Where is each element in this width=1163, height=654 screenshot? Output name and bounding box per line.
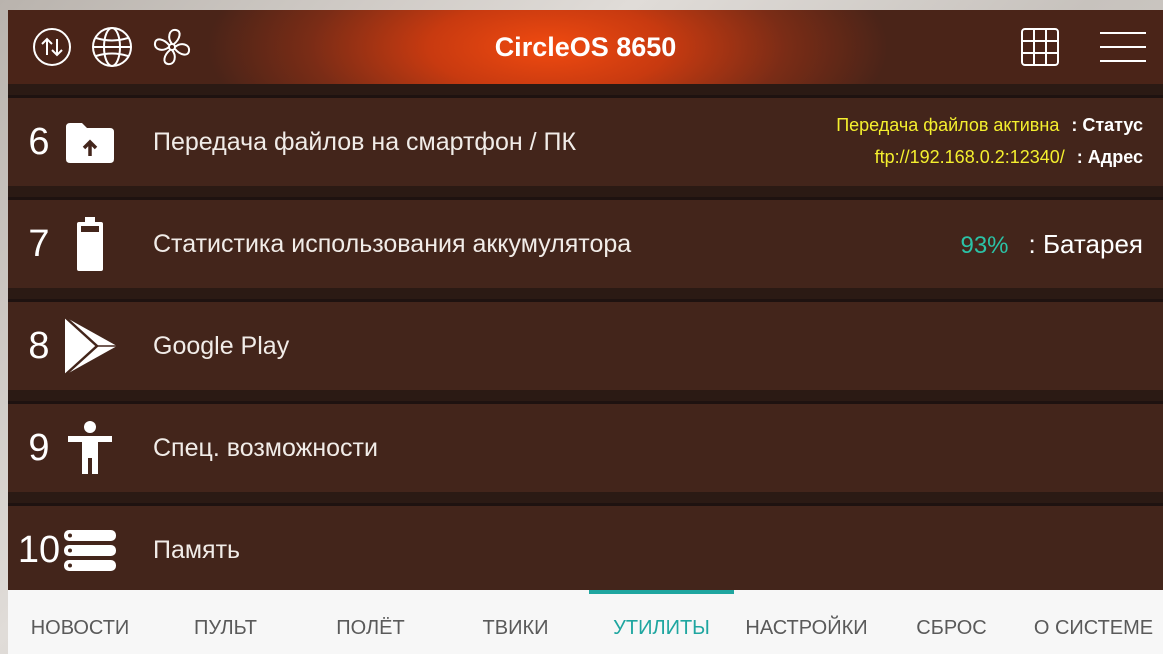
upload-folder-icon	[60, 112, 120, 172]
battery-label: : Батарея	[1028, 229, 1143, 259]
status-label: : Статус	[1071, 115, 1143, 135]
row-label: Спец. возможности	[153, 434, 378, 462]
address-label: : Адрес	[1076, 147, 1143, 167]
tab-flight[interactable]: ПОЛЁТ	[298, 590, 443, 654]
bottom-tab-bar: НОВОСТИ ПУЛЬТ ПОЛЁТ ТВИКИ УТИЛИТЫ НАСТРО…	[8, 590, 1163, 654]
app-window: CircleOS 8650 6 Передача файлов на смарт…	[8, 10, 1163, 654]
row-label: Память	[153, 536, 241, 564]
menu-icon[interactable]	[1096, 23, 1150, 71]
row-label: Передача файлов на смартфон / ПК	[153, 128, 577, 156]
globe-icon[interactable]	[88, 23, 136, 71]
accessibility-icon	[60, 418, 120, 478]
transfer-arrows-icon[interactable]	[28, 23, 76, 71]
battery-info: 93% : Батарея	[960, 200, 1143, 288]
top-bar: CircleOS 8650	[8, 10, 1163, 84]
address-value[interactable]: ftp://192.168.0.2:12340/	[875, 147, 1065, 167]
address-line: ftp://192.168.0.2:12340/ : Адрес	[836, 141, 1143, 173]
tab-settings[interactable]: НАСТРОЙКИ	[734, 590, 879, 654]
list-item-file-transfer[interactable]: 6 Передача файлов на смартфон / ПК Перед…	[8, 98, 1163, 186]
tab-utilities[interactable]: УТИЛИТЫ	[589, 590, 734, 654]
tab-remote[interactable]: ПУЛЬТ	[153, 590, 298, 654]
status-line: Передача файлов активна : Статус	[836, 109, 1143, 141]
list-item-storage[interactable]: 10 Память	[8, 506, 1163, 594]
list-item-battery-stats[interactable]: 7 Статистика использования аккумулятора …	[8, 200, 1163, 288]
list-item-google-play[interactable]: 8 Google Play	[8, 302, 1163, 390]
tab-tweaks[interactable]: ТВИКИ	[443, 590, 588, 654]
status-value: Передача файлов активна	[836, 115, 1060, 135]
tab-news[interactable]: НОВОСТИ	[8, 590, 152, 654]
storage-icon	[60, 520, 120, 580]
battery-value: 93%	[960, 232, 1009, 259]
tab-about-system[interactable]: О СИСТЕМЕ	[1024, 590, 1163, 654]
row-label: Google Play	[153, 332, 290, 360]
battery-icon	[60, 214, 120, 274]
list-item-accessibility[interactable]: 9 Спец. возможности	[8, 404, 1163, 492]
row-label: Статистика использования аккумулятора	[153, 230, 632, 258]
file-transfer-info: Передача файлов активна : Статус ftp://19…	[836, 109, 1143, 173]
play-store-icon	[60, 316, 120, 376]
tab-reset[interactable]: СБРОС	[879, 590, 1024, 654]
fan-icon[interactable]	[148, 23, 196, 71]
grid-icon[interactable]	[1016, 23, 1064, 71]
